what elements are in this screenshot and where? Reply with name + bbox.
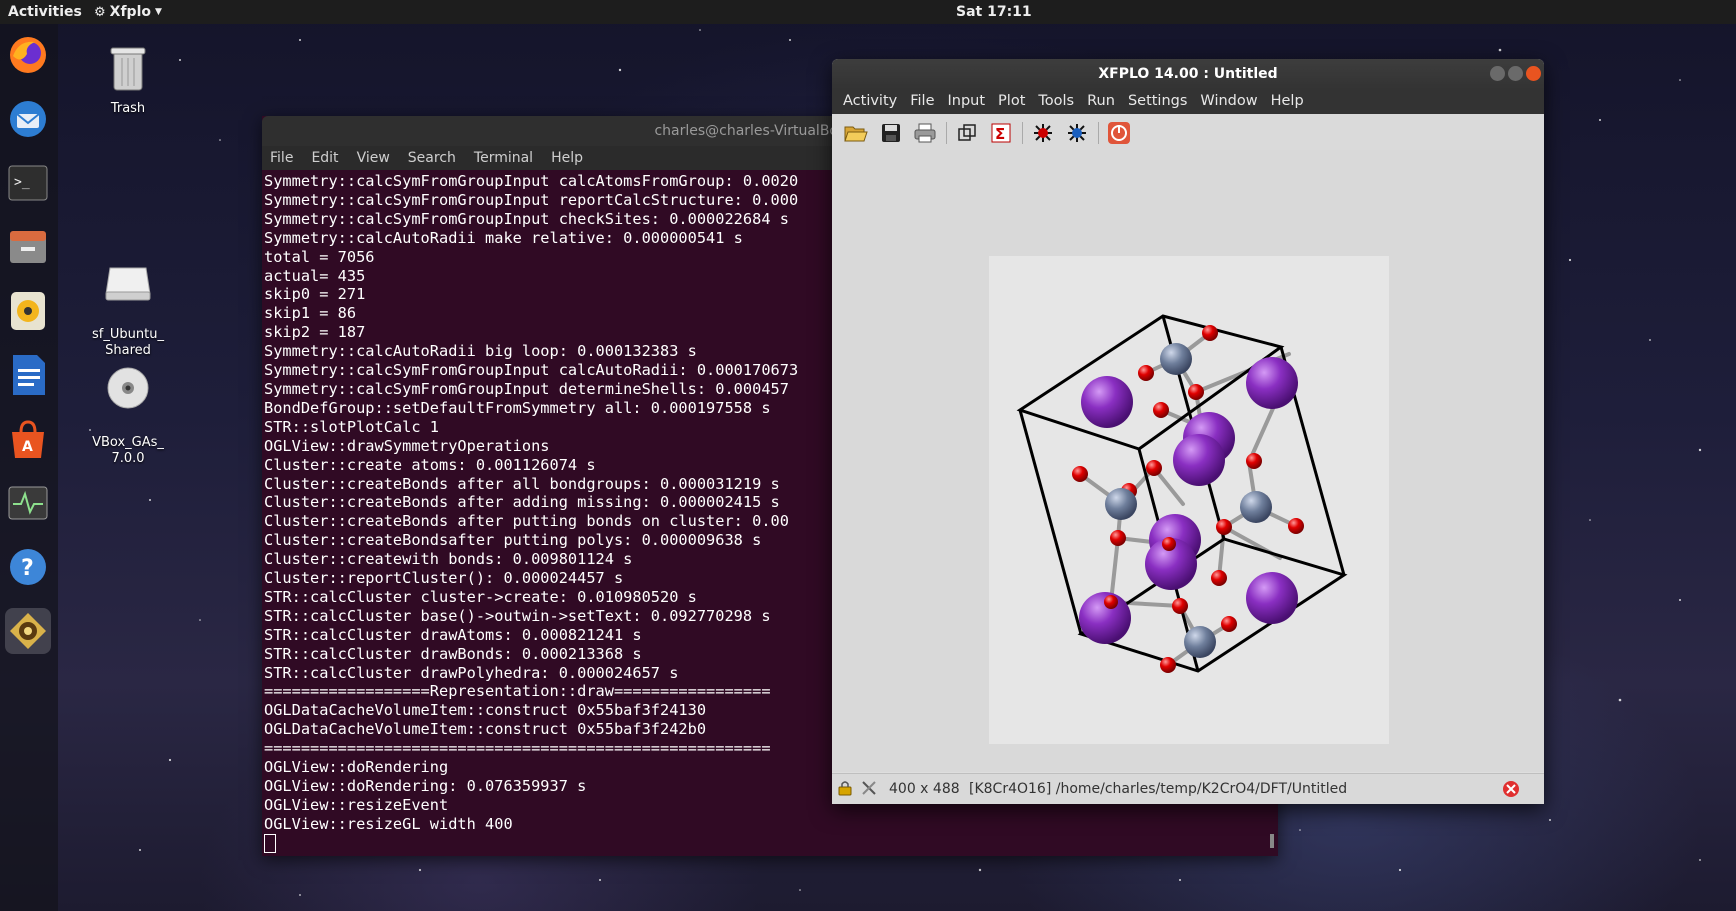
chevron-down-icon: ▼ bbox=[154, 7, 162, 17]
help-icon[interactable]: ? bbox=[5, 544, 51, 590]
terminal-icon[interactable]: >_ bbox=[5, 160, 51, 206]
toolbar-separator bbox=[946, 122, 947, 144]
svg-text:>_: >_ bbox=[14, 175, 30, 190]
rhythmbox-icon[interactable] bbox=[5, 288, 51, 334]
xfplo-title: XFPLO 14.00 : Untitled bbox=[1098, 66, 1278, 82]
xfplo-titlebar[interactable]: XFPLO 14.00 : Untitled bbox=[832, 59, 1544, 89]
menu-input[interactable]: Input bbox=[948, 89, 986, 114]
menu-tools[interactable]: Tools bbox=[1038, 89, 1074, 114]
terminal-menu-file[interactable]: File bbox=[270, 146, 293, 170]
software-icon[interactable]: A bbox=[5, 416, 51, 462]
print-icon[interactable] bbox=[912, 120, 938, 146]
close-button[interactable] bbox=[1526, 66, 1541, 81]
minimize-button[interactable] bbox=[1490, 66, 1505, 81]
menu-plot[interactable]: Plot bbox=[998, 89, 1025, 114]
xfplo-menubar: Activity File Input Plot Tools Run Settings Win… bbox=[832, 89, 1544, 114]
terminal-line: OGLView::resizeGL width 400 bbox=[264, 814, 513, 833]
viewport-size: 400 x 488 bbox=[889, 781, 960, 797]
power-icon[interactable] bbox=[1106, 120, 1132, 146]
terminal-menu-terminal[interactable]: Terminal bbox=[474, 146, 533, 170]
terminal-scrollbar[interactable] bbox=[1270, 834, 1274, 848]
writer-icon[interactable] bbox=[5, 352, 51, 398]
menu-run[interactable]: Run bbox=[1087, 89, 1115, 114]
terminal-menu-search[interactable]: Search bbox=[408, 146, 456, 170]
save-icon[interactable] bbox=[878, 120, 904, 146]
xfplo-toolbar: Σ bbox=[832, 114, 1544, 150]
firefox-icon[interactable] bbox=[5, 32, 51, 78]
terminal-menu-help[interactable]: Help bbox=[551, 146, 583, 170]
svg-text:Σ: Σ bbox=[995, 125, 1005, 143]
dock: >_ A ? bbox=[0, 24, 58, 911]
toolbar-separator bbox=[1098, 122, 1099, 144]
file-path: [K8Cr4O16] /home/charles/temp/K2CrO4/DFT… bbox=[969, 781, 1348, 797]
drive-icon bbox=[80, 248, 176, 307]
terminal-menu-view[interactable]: View bbox=[357, 146, 390, 170]
open-icon[interactable] bbox=[843, 120, 869, 146]
xfplo-statusbar: 400 x 488 [K8Cr4O16] /home/charles/temp/… bbox=[832, 773, 1544, 804]
menu-help[interactable]: Help bbox=[1271, 89, 1304, 114]
thunderbird-icon[interactable] bbox=[5, 96, 51, 142]
trash-desktop-icon[interactable]: Trash bbox=[80, 44, 176, 117]
app-menu[interactable]: ⚙ Xfplo ▼ bbox=[94, 4, 162, 20]
terminal-cursor bbox=[264, 833, 1276, 853]
files-icon[interactable] bbox=[5, 224, 51, 270]
maximize-button[interactable] bbox=[1508, 66, 1523, 81]
toolbar-separator bbox=[1022, 122, 1023, 144]
cd-icon bbox=[80, 350, 176, 415]
xfplo-canvas-area bbox=[832, 150, 1544, 772]
xfplo-icon[interactable] bbox=[5, 608, 51, 654]
atom-red-icon[interactable] bbox=[1030, 120, 1056, 146]
xfplo-window[interactable]: XFPLO 14.00 : Untitled Activity File Input… bbox=[832, 59, 1544, 804]
app-menu-label: Xfplo bbox=[109, 4, 151, 20]
svg-text:?: ? bbox=[21, 556, 34, 581]
tools-icon[interactable] bbox=[861, 780, 877, 800]
system-monitor-icon[interactable] bbox=[5, 480, 51, 526]
stop-icon[interactable] bbox=[1502, 780, 1520, 802]
crystal-structure[interactable] bbox=[989, 256, 1389, 744]
menu-file[interactable]: File bbox=[910, 89, 934, 114]
structure-viewport[interactable] bbox=[989, 256, 1389, 744]
top-bar: Activities ⚙ Xfplo ▼ Sat 17:11 bbox=[0, 0, 1736, 24]
xfplo-gear-icon: ⚙ bbox=[94, 4, 106, 20]
menu-activity[interactable]: Activity bbox=[843, 89, 897, 114]
activities-button[interactable]: Activities bbox=[8, 4, 82, 20]
trash-label: Trash bbox=[110, 101, 146, 116]
terminal-menu-edit[interactable]: Edit bbox=[311, 146, 338, 170]
menu-window[interactable]: Window bbox=[1200, 89, 1257, 114]
clock[interactable]: Sat 17:11 bbox=[956, 4, 1032, 20]
menu-settings[interactable]: Settings bbox=[1128, 89, 1187, 114]
vbox-cd-desktop-icon[interactable]: VBox_GAs_ 7.0.0 bbox=[80, 334, 176, 483]
trash-icon bbox=[80, 44, 176, 97]
atom-blue-icon[interactable] bbox=[1064, 120, 1090, 146]
vbox-cd-label: VBox_GAs_ 7.0.0 bbox=[92, 435, 164, 466]
lock-icon[interactable] bbox=[837, 780, 853, 800]
svg-text:A: A bbox=[22, 439, 33, 455]
sigma-icon[interactable]: Σ bbox=[988, 120, 1014, 146]
copy-view-icon[interactable] bbox=[954, 120, 980, 146]
